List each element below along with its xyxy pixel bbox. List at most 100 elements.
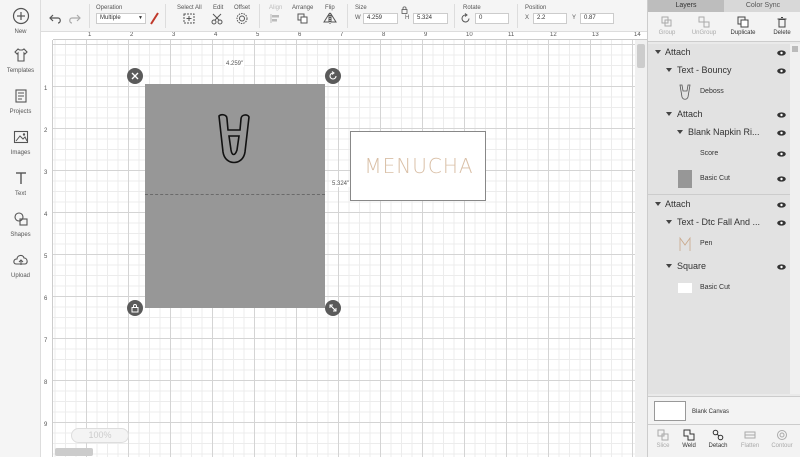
layer-blank-napkin[interactable]: Blank Napkin Ri... xyxy=(648,124,790,142)
delete-button[interactable]: Delete xyxy=(763,16,800,36)
contour-label: Contour xyxy=(771,443,793,449)
zoom-indicator[interactable]: 100% xyxy=(71,428,129,443)
pen-color-icon[interactable] xyxy=(149,12,159,25)
eye-icon[interactable] xyxy=(777,220,786,226)
shirt-icon xyxy=(13,48,28,62)
layer-title: Blank Napkin Ri... xyxy=(688,127,760,137)
duplicate-button[interactable]: Duplicate xyxy=(724,16,762,36)
redo-icon[interactable] xyxy=(67,12,81,25)
layer-deboss[interactable]: Deboss xyxy=(648,80,790,104)
chevron-down-icon[interactable] xyxy=(655,50,661,54)
ruler-left-number: 1 xyxy=(44,86,48,92)
chevron-down-icon[interactable] xyxy=(666,68,672,72)
rotate-input[interactable]: 0 xyxy=(475,13,509,24)
layer-attach-1[interactable]: Attach xyxy=(648,44,790,62)
offset-icon[interactable] xyxy=(236,12,250,25)
layer-attach-3[interactable]: Attach xyxy=(648,196,790,214)
lock-handle[interactable] xyxy=(127,300,143,316)
ruler-top: 1 2 3 4 5 6 7 8 9 10 11 12 13 14 xyxy=(53,32,647,40)
slice-icon xyxy=(657,429,669,441)
blank-canvas-swatch[interactable] xyxy=(654,401,686,421)
tab-layers[interactable]: Layers xyxy=(648,0,724,12)
nav-new[interactable]: New xyxy=(0,7,41,35)
nav-images[interactable]: Images xyxy=(0,128,41,156)
layer-text-bouncy[interactable]: Text - Bouncy xyxy=(648,62,790,80)
nav-projects[interactable]: Projects xyxy=(0,87,41,115)
chevron-down-icon[interactable] xyxy=(655,202,661,206)
group-button[interactable]: Group xyxy=(648,16,686,36)
blank-canvas-row[interactable]: Blank Canvas xyxy=(648,396,800,424)
ruler-top-number: 3 xyxy=(172,32,176,38)
ungroup-button[interactable]: UnGroup xyxy=(685,16,723,36)
height-input[interactable]: 5.324 xyxy=(413,13,448,24)
eye-icon[interactable] xyxy=(777,264,786,270)
layers-list: Attach Text - Bouncy Deboss Attach Blank… xyxy=(648,44,800,394)
chevron-down-icon[interactable] xyxy=(666,220,672,224)
vertical-scrollbar[interactable] xyxy=(635,40,647,457)
layer-pen[interactable]: Pen xyxy=(648,232,790,256)
nav-templates[interactable]: Templates xyxy=(0,46,41,74)
napkin-shape[interactable] xyxy=(145,84,325,308)
align-icon[interactable] xyxy=(269,12,283,25)
nav-upload[interactable]: Upload xyxy=(0,251,41,279)
chevron-down-icon[interactable] xyxy=(666,264,672,268)
image-icon xyxy=(13,130,28,144)
chevron-down-icon[interactable] xyxy=(677,130,683,134)
select-all-icon[interactable] xyxy=(182,12,196,25)
eye-icon[interactable] xyxy=(777,151,786,157)
chevron-down-icon[interactable] xyxy=(666,112,672,116)
x-input[interactable]: 2.2 xyxy=(533,13,567,24)
eye-icon[interactable] xyxy=(777,202,786,208)
layer-attach-2[interactable]: Attach xyxy=(648,106,790,124)
menucha-text-box[interactable]: MENUCHA xyxy=(350,131,486,201)
vertical-scroll-thumb[interactable] xyxy=(637,44,645,68)
width-input[interactable]: 4.259 xyxy=(363,13,398,24)
layer-square[interactable]: Square xyxy=(648,258,790,276)
eye-icon[interactable] xyxy=(777,68,786,74)
operation-select[interactable]: Multiple ▼ xyxy=(96,13,146,24)
resize-handle[interactable] xyxy=(325,300,341,316)
nav-shapes-label: Shapes xyxy=(10,232,31,238)
text-icon xyxy=(15,172,26,184)
canvas-grid[interactable]: 4.259" 5.324" MENUCHA 100% xyxy=(53,40,635,457)
eye-icon[interactable] xyxy=(777,112,786,118)
layers-scrollbar[interactable] xyxy=(790,44,800,394)
contour-button[interactable]: Contour xyxy=(767,429,797,449)
score-line xyxy=(145,194,325,195)
toolbar-divider xyxy=(454,4,455,28)
scroll-up-icon[interactable] xyxy=(792,46,798,52)
upload-cloud-icon xyxy=(12,254,28,265)
delete-handle[interactable] xyxy=(127,68,143,84)
rotate-label: Rotate xyxy=(463,5,481,11)
layer-score[interactable]: Score xyxy=(648,142,790,166)
app: New Templates Projects Images Text Shape… xyxy=(0,0,800,457)
shapes-icon xyxy=(13,212,28,226)
eye-icon[interactable] xyxy=(777,50,786,56)
design-canvas[interactable]: 1 2 3 4 5 6 7 8 9 10 11 12 13 14 123456789 4.259" xyxy=(41,32,647,457)
flatten-label: Flatten xyxy=(740,443,760,449)
undo-icon[interactable] xyxy=(49,12,63,25)
rotate-handle[interactable] xyxy=(325,68,341,84)
eye-icon[interactable] xyxy=(777,176,786,182)
top-toolbar: Operation Multiple ▼ Select All Edit Off… xyxy=(41,0,647,32)
align-label: Align xyxy=(269,5,283,11)
arrange-icon[interactable] xyxy=(296,12,310,25)
flip-icon[interactable] xyxy=(323,12,337,25)
detach-button[interactable]: Detach xyxy=(703,429,733,449)
flatten-button[interactable]: Flatten xyxy=(735,429,765,449)
scissors-icon[interactable] xyxy=(211,12,225,25)
eye-icon[interactable] xyxy=(777,130,786,136)
y-input[interactable]: 0.87 xyxy=(580,13,614,24)
lock-icon[interactable] xyxy=(401,6,408,14)
nav-shapes[interactable]: Shapes xyxy=(0,210,41,238)
layer-basic-cut-2[interactable]: Basic Cut xyxy=(648,276,790,300)
nav-text[interactable]: Text xyxy=(0,169,41,197)
ruler-left: 1 2 3 4 5 6 7 8 9 xyxy=(41,40,53,457)
weld-label: Weld xyxy=(682,443,696,449)
layer-name: Pen xyxy=(700,240,713,247)
layer-text-dtc[interactable]: Text - Dtc Fall And ... xyxy=(648,214,790,232)
layer-basic-cut-1[interactable]: Basic Cut xyxy=(648,167,790,191)
horizontal-scroll-thumb[interactable] xyxy=(55,448,93,456)
tab-color-sync[interactable]: Color Sync xyxy=(725,0,800,12)
weld-button[interactable]: Weld xyxy=(674,429,704,449)
